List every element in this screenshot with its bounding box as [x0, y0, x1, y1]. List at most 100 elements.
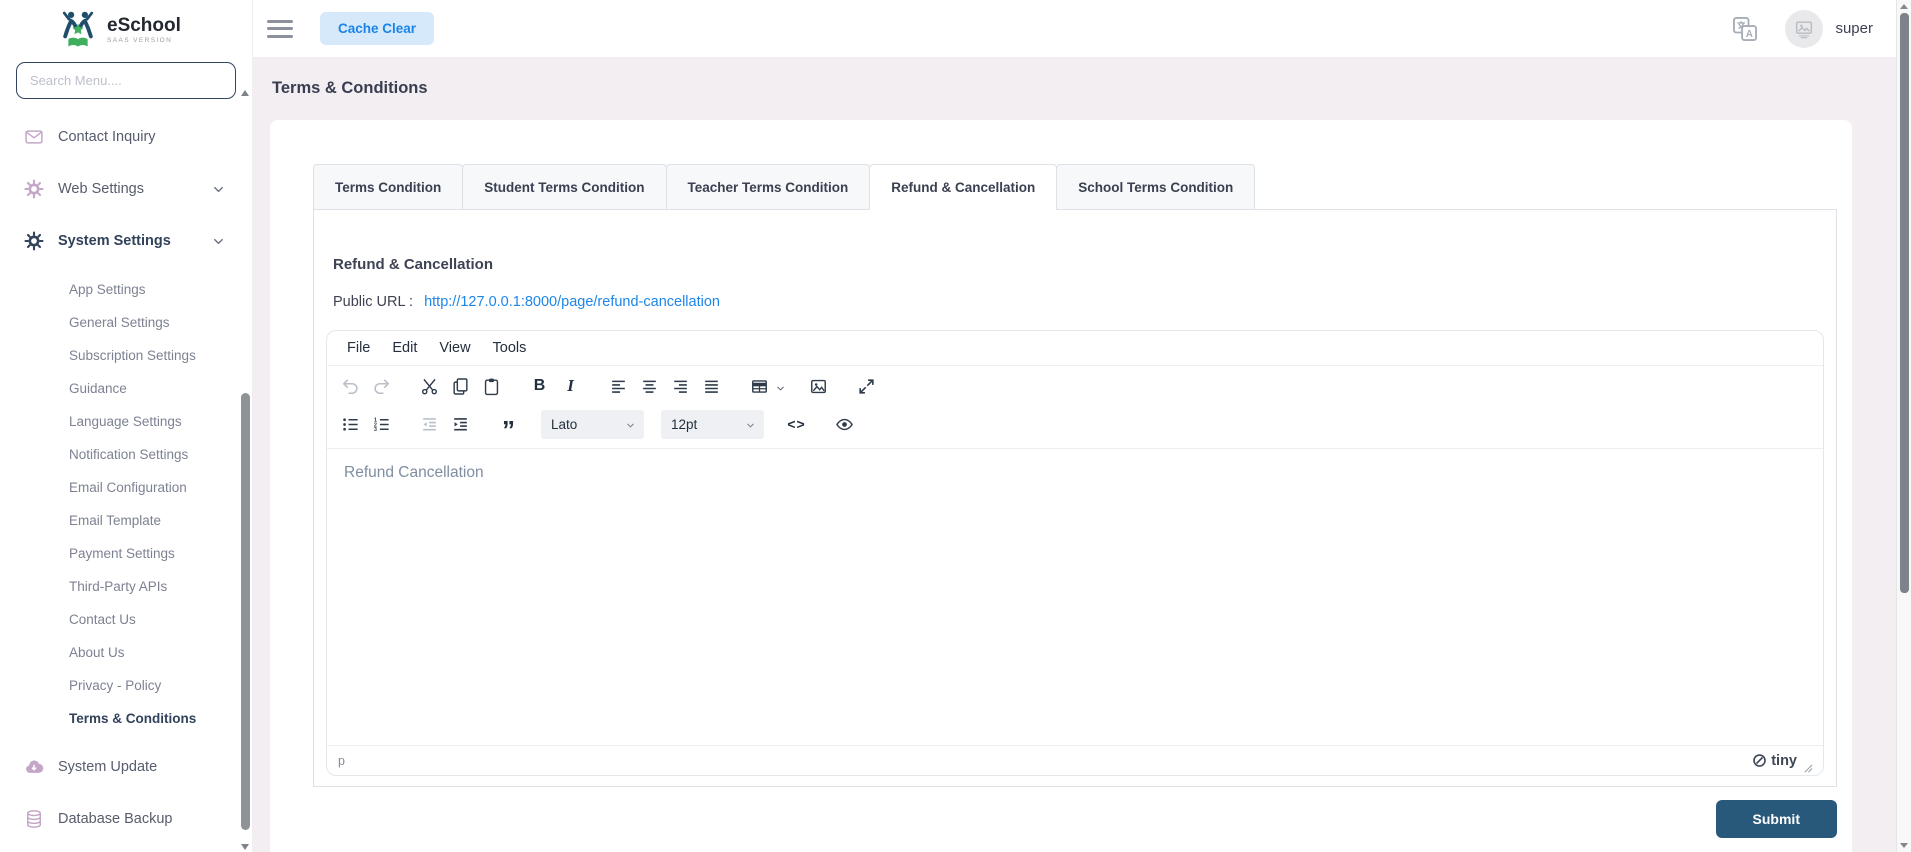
section-heading: Refund & Cancellation	[333, 256, 494, 273]
scroll-down-arrow-icon[interactable]	[241, 844, 249, 850]
page-scrollbar[interactable]	[1896, 0, 1911, 852]
sidebar-item-system-update[interactable]: System Update	[0, 747, 252, 787]
gear-icon	[24, 231, 44, 251]
tab-terms-condition[interactable]: Terms Condition	[313, 164, 464, 210]
bullet-list-icon[interactable]	[335, 409, 366, 439]
sidebar-subitem-third-party-apis[interactable]: Third-Party APIs	[0, 570, 252, 603]
italic-icon[interactable]: I	[555, 371, 586, 401]
editor-statusbar: p tiny	[327, 745, 1823, 775]
eschool-logo-icon	[56, 8, 100, 52]
copy-icon[interactable]	[445, 371, 476, 401]
align-center-icon[interactable]	[634, 371, 665, 401]
toolbar-row-2: ” Lato 12pt <>	[335, 405, 1815, 443]
undo-icon[interactable]	[335, 371, 366, 401]
cache-clear-button[interactable]: Cache Clear	[320, 12, 435, 45]
font-size-select[interactable]: 12pt	[661, 409, 764, 439]
menu-edit[interactable]: Edit	[381, 336, 428, 360]
content-card: Terms Condition Student Terms Condition …	[270, 120, 1852, 852]
page-scrollbar-thumb[interactable]	[1899, 13, 1909, 593]
numbered-list-icon[interactable]	[366, 409, 397, 439]
sidebar-item-label: Web Settings	[58, 181, 144, 197]
bold-icon[interactable]: B	[524, 371, 555, 401]
sidebar-item-web-settings[interactable]: Web Settings	[0, 169, 252, 209]
tiny-brand-label: tiny	[1771, 752, 1797, 769]
table-icon[interactable]	[744, 371, 775, 401]
tab-teacher-terms-condition[interactable]: Teacher Terms Condition	[665, 164, 871, 210]
sidebar-subitem-app-settings[interactable]: App Settings	[0, 273, 252, 306]
sidebar-subitem-guidance[interactable]: Guidance	[0, 372, 252, 405]
resize-handle-icon[interactable]	[1804, 760, 1816, 772]
sidebar-subitem-general-settings[interactable]: General Settings	[0, 306, 252, 339]
chevron-down-icon	[211, 182, 226, 197]
brand-name: eSchool	[107, 14, 181, 36]
gears-icon	[24, 179, 44, 199]
sidebar-menu: Contact Inquiry Web Settings System Sett…	[0, 99, 252, 839]
sidebar-subitem-subscription-settings[interactable]: Subscription Settings	[0, 339, 252, 372]
sidebar-subitem-about-us[interactable]: About Us	[0, 636, 252, 669]
scroll-up-arrow-icon[interactable]	[241, 90, 249, 96]
translate-icon[interactable]	[1731, 15, 1759, 43]
submit-button[interactable]: Submit	[1715, 800, 1837, 838]
cut-icon[interactable]	[414, 371, 445, 401]
editor-content-area[interactable]: Refund Cancellation	[327, 449, 1823, 745]
menu-tools[interactable]: Tools	[482, 336, 538, 360]
table-chevron-icon[interactable]	[775, 381, 786, 392]
sidebar-scrollbar[interactable]	[240, 90, 251, 850]
indent-icon[interactable]	[445, 409, 476, 439]
public-url-link[interactable]: http://127.0.0.1:8000/page/refund-cancel…	[424, 294, 720, 310]
scroll-up-arrow-icon[interactable]	[1900, 4, 1908, 9]
font-family-select[interactable]: Lato	[541, 409, 644, 439]
tab-refund-cancellation[interactable]: Refund & Cancellation	[869, 164, 1058, 210]
username[interactable]: super	[1835, 20, 1873, 37]
align-right-icon[interactable]	[665, 371, 696, 401]
element-path[interactable]: p	[338, 754, 345, 768]
align-left-icon[interactable]	[603, 371, 634, 401]
menu-file[interactable]: File	[336, 336, 381, 360]
outdent-icon[interactable]	[414, 409, 445, 439]
sidebar-subitem-language-settings[interactable]: Language Settings	[0, 405, 252, 438]
tab-bar: Terms Condition Student Terms Condition …	[313, 164, 1837, 210]
sidebar-subitem-terms-conditions[interactable]: Terms & Conditions	[0, 702, 252, 735]
hamburger-menu-icon[interactable]	[267, 19, 293, 38]
sidebar-item-contact-inquiry[interactable]: Contact Inquiry	[0, 117, 252, 157]
sidebar-subitem-privacy-policy[interactable]: Privacy - Policy	[0, 669, 252, 702]
code-icon[interactable]: <>	[781, 409, 812, 439]
database-icon	[24, 809, 44, 829]
public-url-label: Public URL :	[333, 294, 414, 310]
no-image-icon	[1793, 18, 1815, 40]
preview-icon[interactable]	[829, 409, 860, 439]
search-input[interactable]	[16, 62, 236, 99]
scroll-down-arrow-icon[interactable]	[1900, 843, 1908, 848]
envelope-icon	[24, 127, 44, 147]
tab-student-terms-condition[interactable]: Student Terms Condition	[462, 164, 667, 210]
fullscreen-icon[interactable]	[851, 371, 882, 401]
align-justify-icon[interactable]	[696, 371, 727, 401]
system-settings-submenu: App Settings General Settings Subscripti…	[0, 273, 252, 735]
sidebar-scrollbar-thumb[interactable]	[241, 393, 250, 830]
paste-icon[interactable]	[476, 371, 507, 401]
brand[interactable]: eSchool SAAS VERSION	[0, 0, 252, 52]
image-icon[interactable]	[803, 371, 834, 401]
sidebar-subitem-email-template[interactable]: Email Template	[0, 504, 252, 537]
tiny-brand-link[interactable]: tiny	[1752, 753, 1797, 769]
font-family-value: Lato	[551, 416, 578, 432]
menu-view[interactable]: View	[428, 336, 481, 360]
rich-text-editor: File Edit View Tools B I ” Lato 12pt <> …	[326, 330, 1824, 776]
page-title: Terms & Conditions	[272, 79, 428, 97]
redo-icon[interactable]	[366, 371, 397, 401]
chevron-down-icon	[211, 234, 226, 249]
sidebar-subitem-payment-settings[interactable]: Payment Settings	[0, 537, 252, 570]
sidebar-item-database-backup[interactable]: Database Backup	[0, 799, 252, 839]
chevron-down-icon	[625, 419, 636, 430]
brand-tagline: SAAS VERSION	[107, 36, 173, 44]
sidebar-subitem-email-configuration[interactable]: Email Configuration	[0, 471, 252, 504]
blockquote-icon[interactable]: ”	[493, 409, 524, 443]
font-size-value: 12pt	[671, 416, 698, 432]
sidebar-subitem-contact-us[interactable]: Contact Us	[0, 603, 252, 636]
sidebar-item-system-settings[interactable]: System Settings	[0, 221, 252, 261]
sidebar-item-label: Contact Inquiry	[58, 129, 156, 145]
sidebar-subitem-notification-settings[interactable]: Notification Settings	[0, 438, 252, 471]
avatar[interactable]	[1785, 9, 1824, 48]
tab-school-terms-condition[interactable]: School Terms Condition	[1056, 164, 1256, 210]
sidebar: eSchool SAAS VERSION Contact Inquiry Web…	[0, 0, 253, 852]
